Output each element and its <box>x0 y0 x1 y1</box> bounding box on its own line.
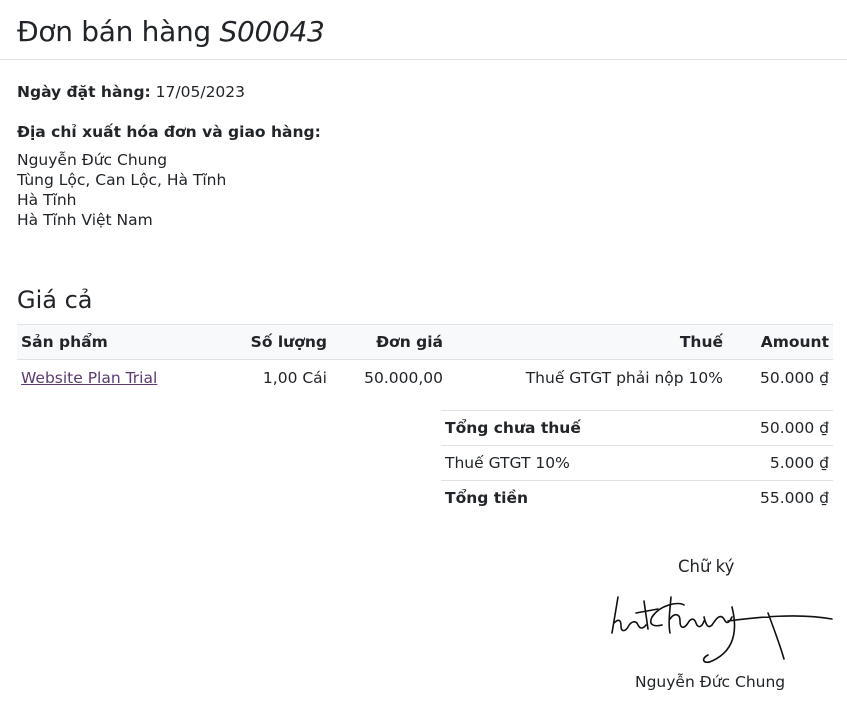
address-heading: Địa chỉ xuất hóa đơn và giao hàng: <box>17 123 321 141</box>
order-lines-table: Sản phẩm Số lượng Đơn giá Thuế Amount We… <box>17 324 833 396</box>
order-date-label: Ngày đặt hàng: <box>17 83 151 101</box>
grand-total-value: 55.000 ₫ <box>696 480 833 515</box>
column-header-tax: Thuế <box>447 324 727 360</box>
order-number: S00043 <box>219 15 325 48</box>
address-line-name: Nguyễn Đức Chung <box>17 151 168 169</box>
tax-total-row: Thuế GTGT 10% 5.000 ₫ <box>441 445 833 481</box>
column-header-quantity: Số lượng <box>222 324 331 360</box>
title-prefix: Đơn bán hàng <box>17 15 211 48</box>
cell-tax: Thuế GTGT phải nộp 10% <box>525 369 723 387</box>
signer-name: Nguyễn Đức Chung <box>635 673 786 691</box>
tax-total-value: 5.000 ₫ <box>696 445 833 481</box>
address-line-state: Hà Tĩnh <box>17 191 77 209</box>
cell-product: Website Plan Trial <box>17 360 222 397</box>
product-link[interactable]: Website Plan Trial <box>21 369 157 387</box>
subtotal-row: Tổng chưa thuế 50.000 ₫ <box>441 410 833 446</box>
cell-quantity: 1,00 Cái <box>262 369 327 387</box>
grand-total-label: Tổng tiền <box>441 480 697 515</box>
address-line-street: Tùng Lộc, Can Lộc, Hà Tĩnh <box>17 171 227 189</box>
table-header-row: Sản phẩm Số lượng Đơn giá Thuế Amount <box>17 324 833 360</box>
column-header-amount: Amount <box>727 324 833 360</box>
cell-unit-price: 50.000,00 <box>364 369 443 387</box>
subtotal-label: Tổng chưa thuế <box>441 410 697 446</box>
subtotal-value: 50.000 ₫ <box>696 410 833 446</box>
page-header: Đơn bán hàng S00043 <box>0 0 847 60</box>
sales-order-page: Đơn bán hàng S00043 Ngày đặt hàng: 17/05… <box>0 0 847 703</box>
address-line-country: Hà Tĩnh Việt Nam <box>17 211 153 229</box>
order-date-value: 17/05/2023 <box>155 83 246 101</box>
column-header-unit-price: Đơn giá <box>331 324 447 360</box>
grand-total-row: Tổng tiền 55.000 ₫ <box>441 480 833 515</box>
handwritten-signature <box>611 596 833 664</box>
totals-table: Tổng chưa thuế 50.000 ₫ Thuế GTGT 10% 5.… <box>441 410 833 515</box>
pricing-section-title: Giá cả <box>17 286 93 314</box>
column-header-product: Sản phẩm <box>17 324 222 360</box>
page-title: Đơn bán hàng S00043 <box>17 14 325 50</box>
tax-total-label: Thuế GTGT 10% <box>441 445 697 481</box>
cell-amount: 50.000 ₫ <box>759 369 829 387</box>
order-date-line: Ngày đặt hàng: 17/05/2023 <box>17 82 245 102</box>
signature-label: Chữ ký <box>678 557 735 576</box>
table-row: Website Plan Trial 1,00 Cái 50.000,00 Th… <box>17 360 833 397</box>
